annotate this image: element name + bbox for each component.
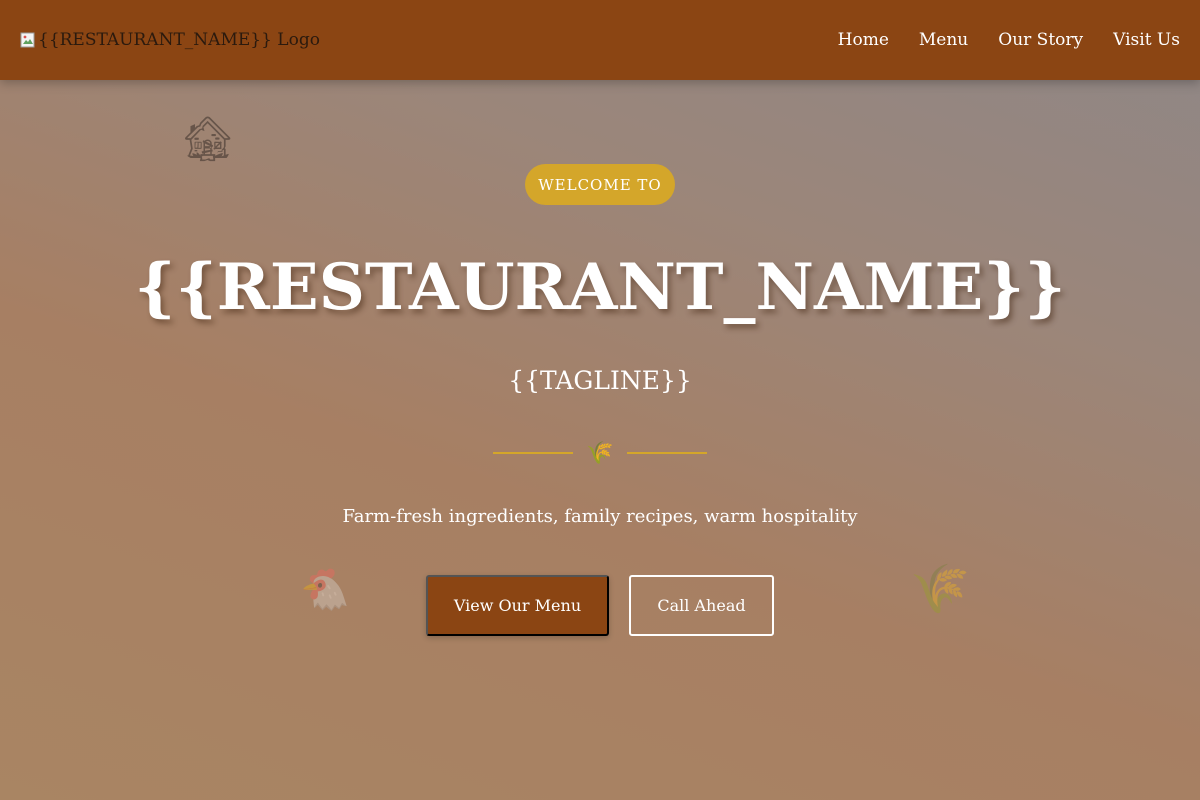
- nav-link-our-story[interactable]: Our Story: [998, 30, 1083, 50]
- nav-link-menu[interactable]: Menu: [919, 30, 968, 50]
- wheat-divider-icon: 🌾: [586, 440, 614, 466]
- view-menu-button[interactable]: View Our Menu: [426, 575, 609, 636]
- farmhouse-icon: 🏚: [180, 114, 236, 165]
- nav-link-home[interactable]: Home: [838, 30, 889, 50]
- broken-image-icon: [20, 32, 36, 48]
- logo-alt-text: {{RESTAURANT_NAME}} Logo: [38, 30, 320, 50]
- top-navbar: {{RESTAURANT_NAME}} Logo Home Menu Our S…: [0, 0, 1200, 80]
- hero-section: 🏚 🐔 🌾 WELCOME TO {{RESTAURANT_NAME}} {{T…: [0, 80, 1200, 800]
- restaurant-title: {{RESTAURANT_NAME}}: [134, 250, 1066, 325]
- divider-line-right: [627, 452, 707, 454]
- call-ahead-button[interactable]: Call Ahead: [629, 575, 774, 636]
- chicken-icon: 🐔: [300, 567, 350, 613]
- nav-link-visit-us[interactable]: Visit Us: [1113, 30, 1180, 50]
- welcome-badge: WELCOME TO: [525, 164, 675, 205]
- wheat-icon: 🌾: [910, 561, 970, 617]
- logo[interactable]: {{RESTAURANT_NAME}} Logo: [20, 30, 320, 50]
- ornamental-divider: 🌾: [493, 438, 707, 468]
- divider-line-left: [493, 452, 573, 454]
- tagline: {{TAGLINE}}: [508, 366, 692, 395]
- hero-description: Farm-fresh ingredients, family recipes, …: [342, 506, 858, 527]
- nav-links: Home Menu Our Story Visit Us: [838, 30, 1180, 50]
